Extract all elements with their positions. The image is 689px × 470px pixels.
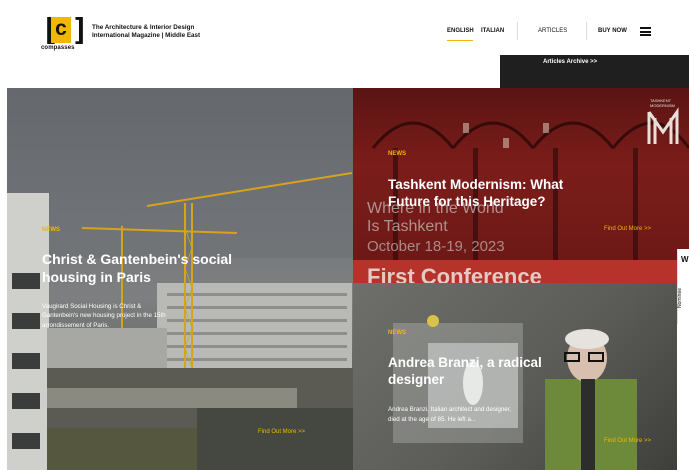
svg-text:MODERNISM: MODERNISM — [650, 103, 675, 108]
news-tag: NEWS — [388, 151, 406, 157]
language-english-link[interactable]: ENGLISH — [447, 28, 474, 34]
title-line: Tashkent Modernism: What — [388, 177, 564, 192]
article-tile-tashkent[interactable]: TASHKENT MODERNISM Where in the World Is… — [353, 88, 689, 283]
language-italian-link[interactable]: ITALIAN — [481, 28, 504, 34]
nav-articles-link[interactable]: ARTICLES — [538, 28, 567, 34]
poster-line: October 18-19, 2023 — [367, 238, 505, 255]
logo-letter-c: c — [51, 17, 71, 43]
excerpt-line: died at the age of 85. He left a... — [388, 416, 477, 423]
logo-bracket-right: ] — [71, 13, 90, 48]
title-line: housing in Paris — [42, 269, 151, 285]
find-out-more-link[interactable]: Find Out More >> — [604, 226, 651, 232]
article-title[interactable]: Christ & Gantenbein's social housing in … — [42, 250, 232, 286]
poster-line: First Conference — [367, 264, 542, 283]
site-tagline: The Architecture & Interior Design Inter… — [92, 24, 200, 39]
excerpt-line: Vaugirard Social Housing is Christ & — [42, 303, 142, 310]
nav-buy-now-link[interactable]: BUY NOW — [598, 28, 627, 34]
find-out-more-link[interactable]: Find Out More >> — [258, 429, 305, 435]
article-excerpt: Andrea Branzi, Italian architect and des… — [388, 405, 511, 425]
nav-divider — [517, 22, 518, 40]
article-tile-christ-gantenbein[interactable]: NEWS Christ & Gantenbein's social housin… — [7, 88, 353, 470]
excerpt-line: Andrea Branzi, Italian architect and des… — [388, 406, 512, 413]
find-out-more-link[interactable]: Find Out More >> — [604, 438, 651, 444]
tagline-line: International Magazine | Middle East — [92, 31, 201, 39]
title-line: designer — [388, 372, 445, 387]
excerpt-line: arrondissement of Paris. — [42, 321, 110, 329]
article-title[interactable]: Tashkent Modernism: What Future for this… — [388, 176, 563, 210]
poster-line: Is Tashkent — [367, 218, 448, 235]
tagline-line: The Architecture & Interior Design — [92, 24, 195, 31]
logo-wordmark: compasses — [41, 45, 75, 51]
compasses-logo[interactable]: [ c ] compasses — [41, 16, 89, 57]
site-header: [ c ] compasses The Architecture & Inter… — [0, 0, 689, 88]
excerpt-line: Gantenbein's new housing project in the … — [42, 312, 166, 320]
articles-archive-link[interactable]: Articles Archive >> — [543, 59, 597, 65]
articles-archive-bar: Articles Archive >> — [500, 55, 689, 88]
article-tile-andrea-branzi[interactable]: NEWS Andrea Branzi, a radical designer A… — [353, 283, 677, 470]
side-tab-label: Nominee — [677, 287, 684, 309]
title-line: Andrea Branzi, a radical — [388, 355, 542, 370]
article-excerpt: Vaugirard Social Housing is Christ & Gan… — [42, 302, 166, 330]
nominee-side-tab[interactable]: W Nominee — [677, 249, 689, 324]
article-title[interactable]: Andrea Branzi, a radical designer — [388, 354, 542, 388]
title-line: Christ & Gantenbein's social — [42, 251, 233, 267]
title-line: Future for this Heritage? — [388, 194, 546, 209]
active-language-underline — [447, 40, 473, 41]
nav-divider — [586, 22, 587, 40]
news-tag: NEWS — [388, 330, 406, 336]
side-tab-letter: W — [681, 255, 689, 264]
news-tag: NEWS — [42, 227, 60, 233]
hamburger-icon[interactable] — [640, 27, 651, 36]
